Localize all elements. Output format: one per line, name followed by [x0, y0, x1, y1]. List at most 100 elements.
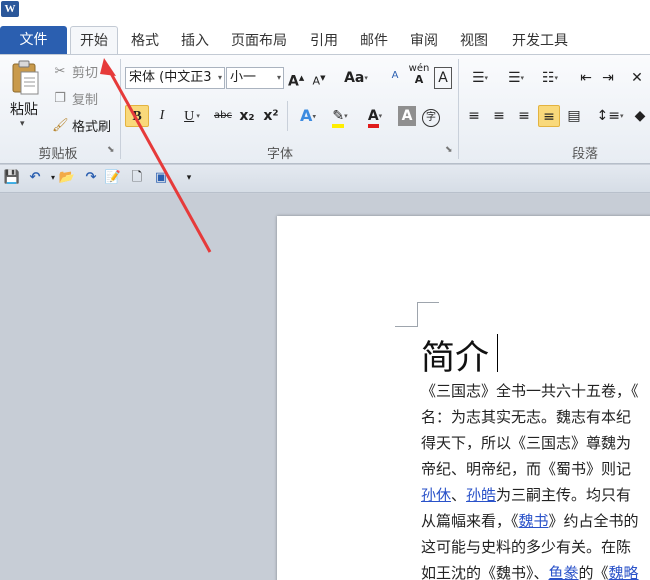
underline-icon: U	[184, 109, 195, 124]
multilevel-list-button[interactable]: ☷▾	[536, 67, 564, 89]
word-logo-icon[interactable]: W	[1, 1, 19, 17]
underline-button[interactable]: U ▾	[178, 105, 206, 127]
paragraph-group-label: 段落	[571, 147, 598, 162]
paste-button[interactable]: 粘贴	[10, 99, 38, 119]
tab-references[interactable]: 引用	[303, 28, 345, 54]
highlight-button[interactable]: ✎▾	[326, 105, 354, 128]
link-sun-hao[interactable]: 孙皓	[466, 486, 496, 504]
bullets-button[interactable]: ☰▾	[464, 67, 496, 89]
subscript-button[interactable]: x₂	[238, 105, 256, 127]
paragraph-line[interactable]: 孙休、孙皓为三嗣主传。均只有	[421, 484, 631, 505]
font-group-label: 字体	[266, 147, 293, 162]
change-case-button[interactable]: Aa▾	[342, 67, 370, 89]
ribbon-tab-bar: 文件 开始 格式 插入 页面布局 引用 邮件 审阅 视图 开发工具	[0, 24, 650, 54]
paragraph-line[interactable]: 这可能与史料的多少有关。在陈	[421, 536, 631, 557]
char-shading-button[interactable]: A	[398, 106, 416, 126]
tab-page-layout[interactable]: 页面布局	[224, 28, 294, 54]
new-document-icon[interactable]: 🗋	[128, 169, 146, 187]
print-preview-icon[interactable]: ▣	[152, 169, 170, 187]
char-border-button[interactable]: A	[434, 67, 452, 89]
paragraph-line[interactable]: 帝纪、明帝纪，而《蜀书》则记	[421, 458, 631, 479]
increase-indent-button[interactable]: ⇥	[598, 67, 618, 89]
tab-format[interactable]: 格式	[124, 28, 166, 54]
align-center-icon: ≡	[493, 108, 505, 124]
open-folder-icon[interactable]: 📂	[58, 169, 76, 187]
group-divider	[287, 101, 288, 131]
phonetic-guide-button[interactable]: wén A	[408, 63, 430, 85]
font-color-button[interactable]: A▾	[360, 105, 390, 128]
shrink-font-button[interactable]: A▼	[311, 67, 327, 89]
tab-file[interactable]: 文件	[0, 26, 67, 54]
align-right-button[interactable]: ≡	[514, 105, 534, 127]
title-bar: W	[0, 0, 650, 24]
undo-icon[interactable]: ↶	[26, 169, 44, 187]
line-spacing-button[interactable]: ↕≡▾	[595, 105, 625, 127]
cut-button[interactable]: ✂ 剪切	[52, 61, 98, 81]
decrease-indent-button[interactable]: ⇤	[576, 67, 596, 89]
increase-indent-icon: ⇥	[602, 70, 614, 86]
tab-insert[interactable]: 插入	[174, 28, 216, 54]
text-effects-button[interactable]: A▾	[293, 105, 323, 127]
clipboard-launcher-icon[interactable]: ⬊	[107, 145, 115, 155]
justify-button[interactable]: ≡	[538, 105, 560, 127]
font-launcher-icon[interactable]: ⬊	[445, 145, 453, 155]
strikethrough-button[interactable]: abc	[212, 105, 234, 127]
link-yu-huan[interactable]: 鱼豢	[549, 564, 579, 580]
tab-view[interactable]: 视图	[453, 28, 495, 54]
highlighter-icon: ✎	[332, 108, 345, 128]
paragraph-line[interactable]: 《三国志》全书一共六十五卷，《	[421, 380, 639, 401]
document-heading[interactable]: 简介	[421, 330, 489, 379]
tab-home[interactable]: 开始	[70, 26, 118, 54]
superscript-button[interactable]: x²	[262, 105, 280, 127]
numbering-icon: ☰	[507, 70, 521, 86]
paragraph-line[interactable]: 名：为志其实无志。魏志有本纪	[421, 406, 631, 427]
paint-bucket-icon: ◆	[634, 108, 646, 124]
link-wei-lue[interactable]: 魏略	[609, 564, 639, 580]
paragraph-line[interactable]: 从篇幅来看，《魏书》约占全书的	[421, 510, 639, 531]
tab-review[interactable]: 审阅	[403, 28, 445, 54]
font-size-combobox[interactable]: 小一 ▾	[226, 67, 284, 89]
paragraph-line[interactable]: 如王沈的《魏书》、鱼豢的《魏略	[421, 562, 639, 580]
paragraph-text: 从篇幅来看，《	[421, 512, 519, 530]
enclose-chars-button[interactable]: 字	[420, 105, 442, 127]
save-icon[interactable]: 💾	[3, 169, 21, 187]
font-name-combobox[interactable]: 宋体 (中文正3 ▾	[125, 67, 225, 89]
align-center-button[interactable]: ≡	[489, 105, 509, 127]
format-painter-button[interactable]: 🖌 格式刷	[52, 115, 111, 135]
font-color-icon: A	[367, 108, 379, 128]
tab-mailings[interactable]: 邮件	[353, 28, 395, 54]
copy-label: 复制	[72, 92, 99, 108]
customize-qat-icon[interactable]: ▾	[180, 169, 198, 187]
enclose-chars-icon: 字	[422, 109, 440, 127]
edit-document-icon[interactable]: 📝	[104, 169, 122, 187]
document-page[interactable]: 简介 《三国志》全书一共六十五卷，《 名：为志其实无志。魏志有本纪 得天下，所以…	[277, 216, 650, 580]
italic-icon: I	[159, 108, 165, 123]
document-canvas[interactable]: 简介 《三国志》全书一共六十五卷，《 名：为志其实无志。魏志有本纪 得天下，所以…	[0, 194, 650, 580]
copy-button[interactable]: ❐ 复制	[52, 88, 98, 108]
ribbon: 粘贴 ▾ ✂ 剪切 ❐ 复制 🖌 格式刷 剪贴板 ⬊ 宋体 (中文正3 ▾ 小一…	[0, 54, 650, 164]
scissors-icon: ✂	[54, 63, 66, 79]
link-sun-xiu[interactable]: 孙休	[421, 486, 451, 504]
distributed-button[interactable]: ▤	[564, 105, 584, 127]
bold-button[interactable]: B	[125, 105, 149, 127]
italic-button[interactable]: I	[153, 105, 171, 127]
subscript-icon: x₂	[239, 108, 255, 124]
paragraph-text: 的《	[578, 564, 609, 580]
numbering-button[interactable]: ☰▾	[500, 67, 532, 89]
paste-icon[interactable]	[10, 60, 40, 96]
chevron-down-icon[interactable]: ▾	[277, 68, 281, 88]
shading-button[interactable]: ◆	[630, 105, 650, 127]
paragraph-line[interactable]: 得天下，所以《三国志》尊魏为	[421, 432, 631, 453]
chevron-down-icon[interactable]: ▾	[218, 68, 222, 88]
chinese-layout-button[interactable]: ✕	[626, 67, 648, 89]
tab-developer[interactable]: 开发工具	[505, 28, 575, 54]
grow-font-button[interactable]: A▲	[288, 67, 304, 90]
char-shading-icon: A	[401, 108, 413, 124]
text-cursor	[497, 334, 498, 372]
paste-dropdown-icon[interactable]: ▾	[20, 119, 25, 129]
link-wei-shu[interactable]: 魏书	[519, 512, 549, 530]
distributed-icon: ▤	[567, 108, 581, 124]
redo-icon[interactable]: ↷	[82, 169, 100, 187]
align-left-button[interactable]: ≡	[464, 105, 484, 127]
clear-format-button[interactable]: A	[384, 65, 406, 87]
